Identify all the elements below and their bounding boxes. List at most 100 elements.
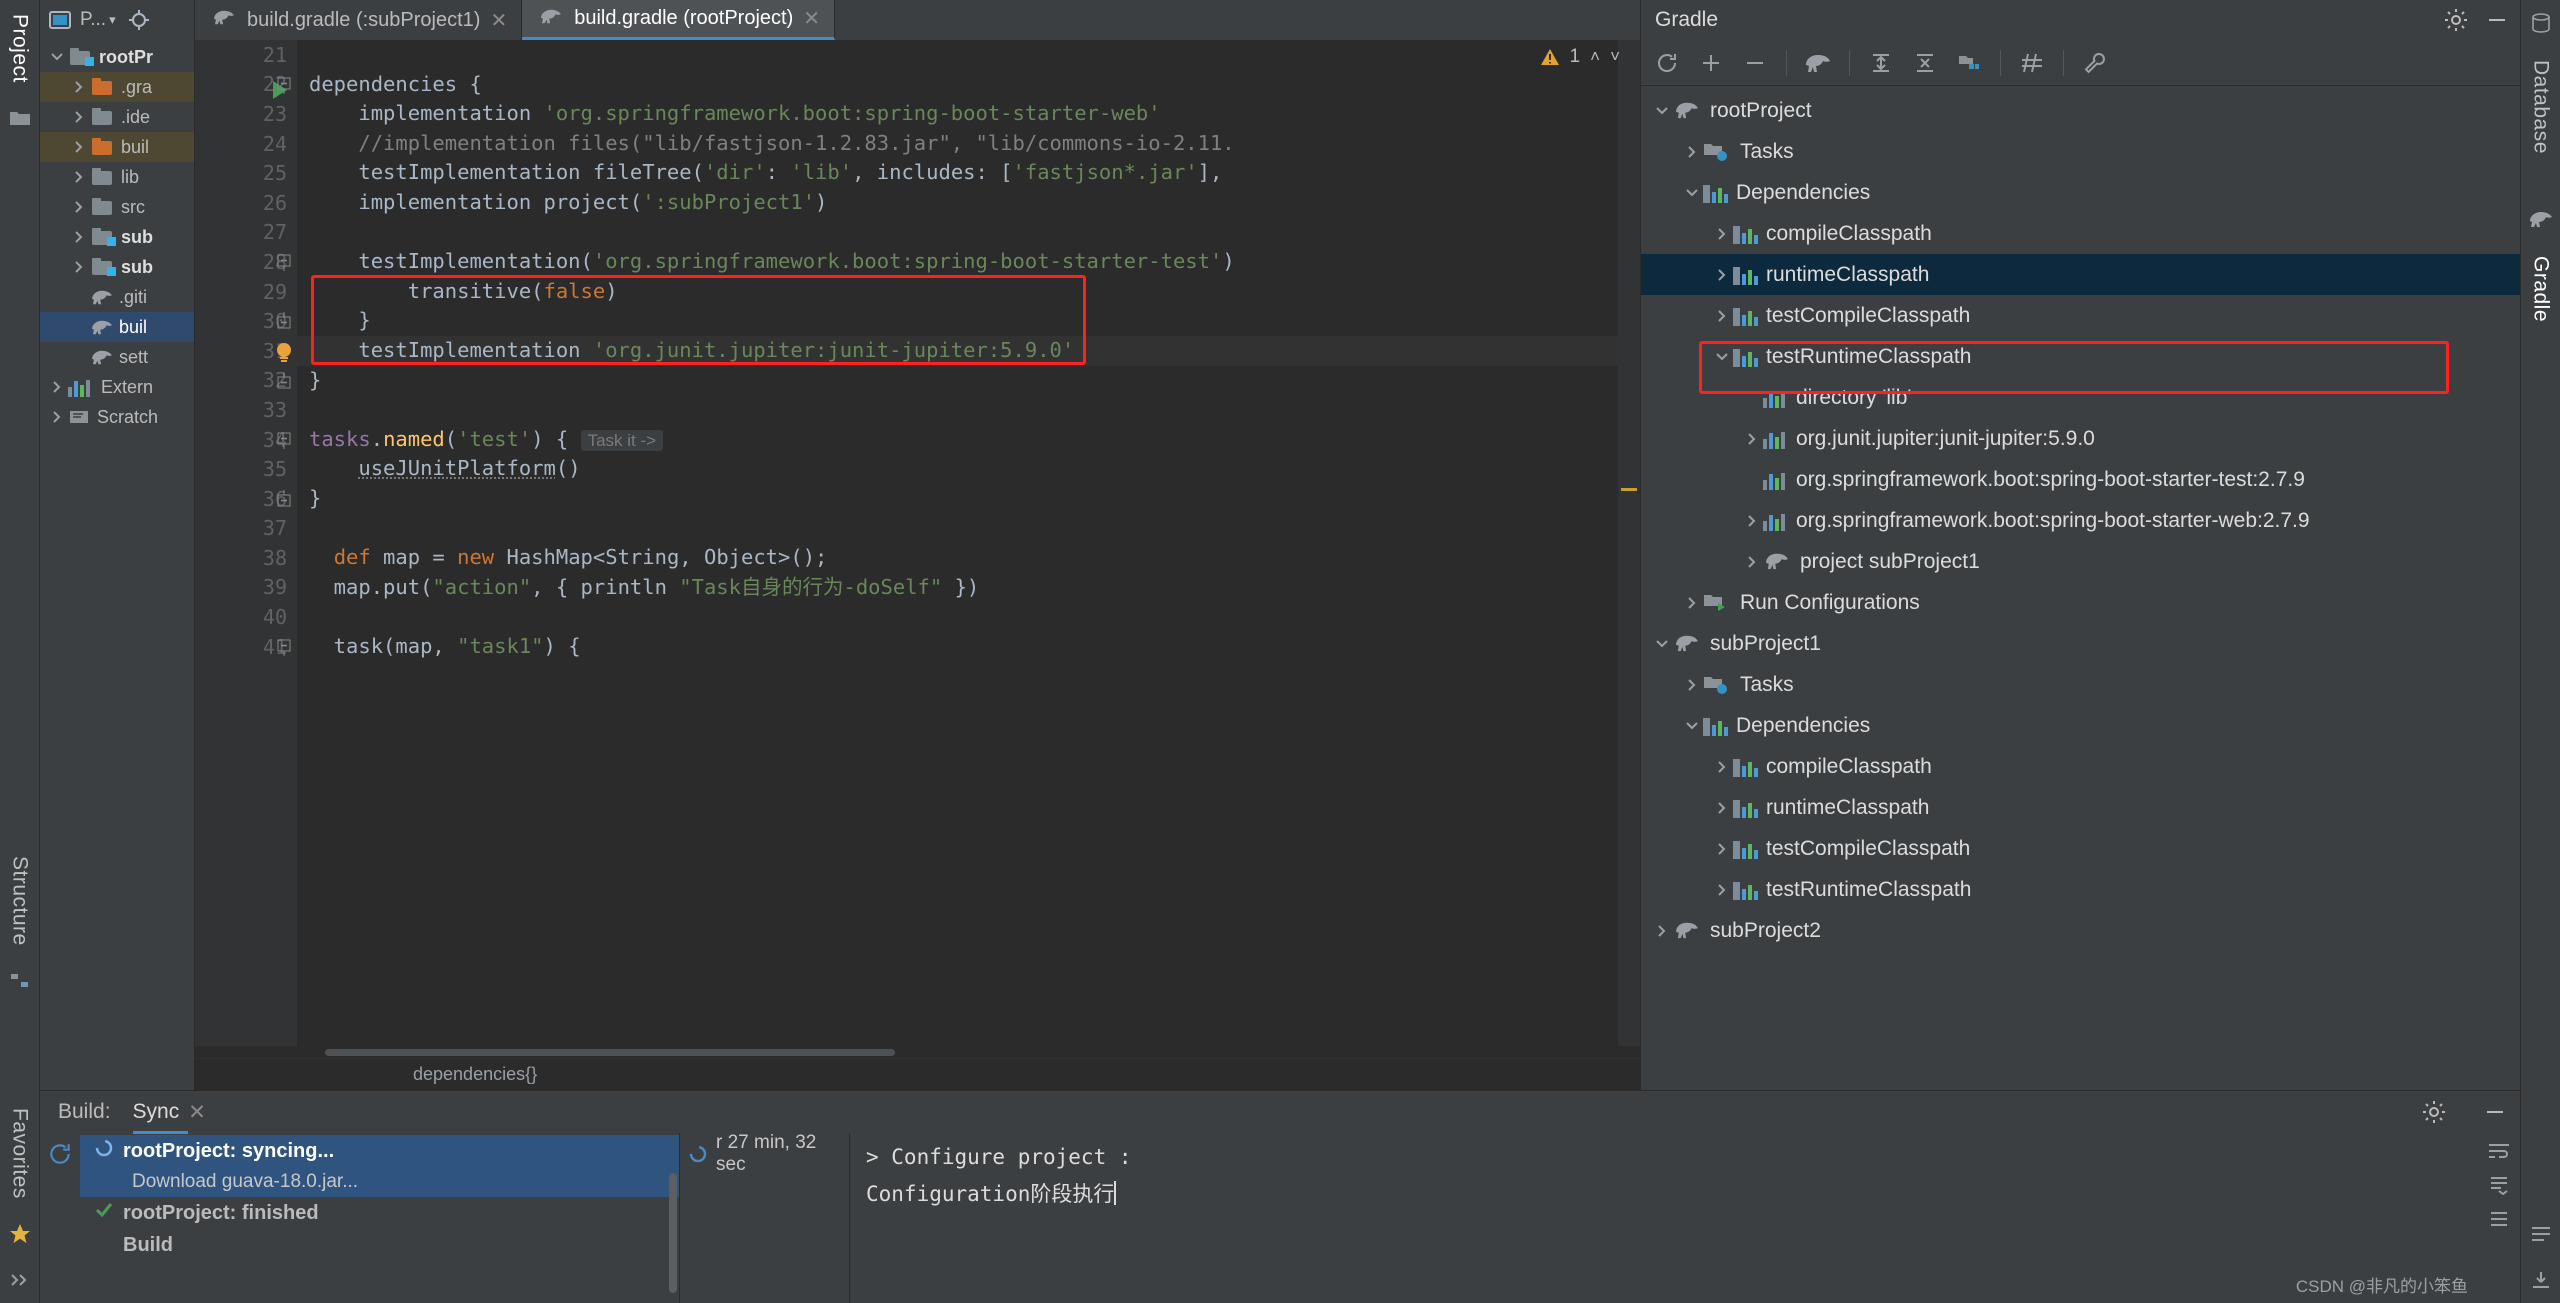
chevron-right-icon[interactable] [1741,554,1763,570]
gear-icon[interactable] [2444,8,2468,32]
tab-sync[interactable]: Sync ✕ [132,1100,206,1134]
code-line[interactable]: testImplementation('org.springframework.… [297,247,1640,277]
project-tree-item[interactable]: Extern [40,372,194,402]
chevron-right-icon[interactable] [68,199,90,215]
sidebar-item-gradle[interactable]: Gradle [2529,242,2553,334]
chevron-right-icon[interactable] [68,259,90,275]
gradle-tree-item[interactable]: testCompileClasspath [1641,828,2520,869]
chevron-right-icon[interactable] [46,379,68,395]
sidebar-item-database[interactable]: Database [2529,46,2553,166]
editor-horizontal-scrollbar[interactable] [195,1046,1640,1058]
editor-tab[interactable]: build.gradle (rootProject) ✕ [522,0,835,40]
structure-icon[interactable] [3,964,37,998]
chevron-right-icon[interactable] [1711,267,1733,283]
gradle-tree-item[interactable]: testRuntimeClasspath [1641,869,2520,910]
chevron-right-icon[interactable] [68,229,90,245]
code-line[interactable]: } [297,366,1640,396]
chevron-down-icon[interactable] [1651,636,1673,652]
star-icon[interactable] [3,1217,37,1251]
database-icon[interactable] [2524,6,2558,40]
collapse-all-icon[interactable] [1905,43,1945,83]
project-tree-item[interactable]: sub [40,252,194,282]
wrench-icon[interactable] [2075,43,2115,83]
code-fold-icon[interactable] [275,371,295,391]
code-line[interactable]: def map = new HashMap<String, Object>(); [297,543,1640,573]
chevron-right-icon[interactable] [1651,923,1673,939]
code-line[interactable]: dependencies { [297,70,1640,100]
gradle-tree-item[interactable]: directory 'lib' [1641,377,2520,418]
project-tree-item[interactable]: lib [40,162,194,192]
chevron-right-icon[interactable] [68,79,90,95]
build-console-output[interactable]: > Configure project : Configuration阶段执行 [850,1133,2478,1303]
gradle-project-tree[interactable]: rootProject Tasks Dependencies compileClass… [1641,86,2520,1090]
code-line[interactable]: map.put("action", { println "Task自身的行为-d… [297,573,1640,603]
gradle-tree-item[interactable]: compileClasspath [1641,746,2520,787]
chevron-right-icon[interactable] [1741,431,1763,447]
project-tree-item[interactable]: .gra [40,72,194,102]
code-line[interactable]: implementation project(':subProject1') [297,188,1640,218]
chevron-down-icon[interactable] [1711,349,1733,365]
project-view-title[interactable]: P... ▾ [80,9,116,31]
module-icon[interactable] [1949,43,1989,83]
chevron-right-icon[interactable] [46,409,68,425]
editor-inspection-widget[interactable]: 1 ˄ ˅ [1540,46,1620,68]
sidebar-item-structure[interactable]: Structure [8,842,32,958]
project-tree-item[interactable]: .ide [40,102,194,132]
code-line[interactable]: } [297,306,1640,336]
gradle-tree-item[interactable]: testCompileClasspath [1641,295,2520,336]
chevron-right-icon[interactable] [1711,841,1733,857]
code-fold-icon[interactable] [275,75,295,95]
editor-gutter[interactable]: 21 22 23 24 25 26 27 28 29 30 31 32 33 34 35 36 37 38 39 40… [195,40,297,1046]
code-line[interactable]: useJUnitPlatform() [297,454,1640,484]
code-fold-icon[interactable] [275,637,295,657]
chevron-right-icon[interactable] [1681,144,1703,160]
project-tree-item[interactable]: rootPr [40,42,194,72]
code-line[interactable]: tasks.named('test') { Task it -> [297,425,1640,455]
chevron-right-icon[interactable] [1681,595,1703,611]
expand-chevrons-icon[interactable] [3,1263,37,1297]
project-tree-item[interactable]: buil [40,132,194,162]
minimize-icon[interactable] [2486,9,2508,31]
code-fold-icon[interactable] [275,252,295,272]
chevron-right-icon[interactable] [1711,882,1733,898]
project-tree-item[interactable]: sett [40,342,194,372]
close-icon[interactable]: ✕ [803,6,820,31]
gradle-tree-item[interactable]: compileClasspath [1641,213,2520,254]
folder-icon[interactable] [3,101,37,135]
intention-bulb-icon[interactable] [275,342,293,362]
code-line[interactable]: implementation 'org.springframework.boot… [297,99,1640,129]
gear-icon[interactable] [2422,1100,2446,1124]
refresh-icon[interactable] [1647,43,1687,83]
chevron-down-icon[interactable]: ˅ [1610,47,1620,67]
code-line[interactable]: transitive(false) [297,277,1640,307]
project-tree-item[interactable]: Scratch [40,402,194,432]
gradle-tree-item[interactable]: Tasks [1641,664,2520,705]
elephant-icon[interactable] [1798,43,1838,83]
expand-all-icon[interactable] [1861,43,1901,83]
chevron-right-icon[interactable] [1711,800,1733,816]
build-event-row[interactable]: Build [80,1229,679,1261]
code-line[interactable] [297,602,1640,632]
gradle-tree-item[interactable]: Dependencies [1641,705,2520,746]
project-tree-item[interactable]: sub [40,222,194,252]
build-event-row[interactable]: rootProject: syncing... [80,1135,679,1167]
gradle-tree-item[interactable]: Tasks [1641,131,2520,172]
build-event-row[interactable]: rootProject: finished [80,1197,679,1229]
close-icon[interactable]: ✕ [490,8,507,33]
gradle-tree-item[interactable]: subProject1 [1641,623,2520,664]
build-tree-scrollbar[interactable] [669,1173,677,1293]
minimize-icon[interactable] [2484,1101,2506,1123]
chevron-right-icon[interactable] [1741,513,1763,529]
skip-tests-icon[interactable] [2012,43,2052,83]
gradle-tree-item[interactable]: Run Configurations [1641,582,2520,623]
chevron-right-icon[interactable] [1681,677,1703,693]
chevron-right-icon[interactable] [1711,759,1733,775]
code-fold-icon[interactable] [275,311,295,331]
chevron-right-icon[interactable] [1711,308,1733,324]
gradle-tree-item[interactable]: org.springframework.boot:spring-boot-sta… [1641,500,2520,541]
chevron-right-icon[interactable] [68,139,90,155]
code-fold-icon[interactable] [275,489,295,509]
project-file-tree[interactable]: rootPr .gra .ide buil lib src sub sub .giti buil s… [40,40,194,1090]
chevron-down-icon[interactable] [1681,185,1703,201]
gradle-tree-item[interactable]: Dependencies [1641,172,2520,213]
